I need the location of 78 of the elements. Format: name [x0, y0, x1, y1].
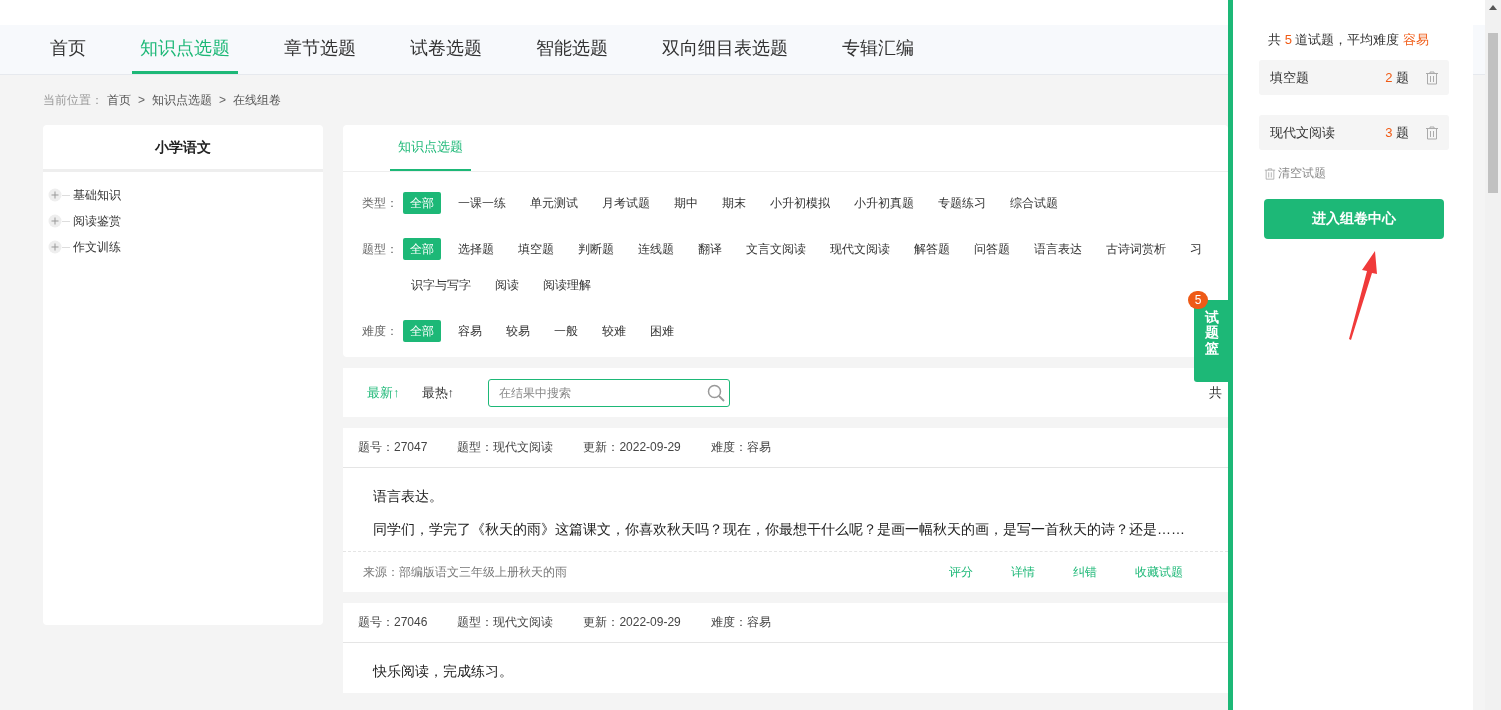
filter-option[interactable]: 现代文阅读: [823, 238, 897, 260]
expand-icon[interactable]: [48, 214, 62, 228]
filter-option[interactable]: 语言表达: [1027, 238, 1089, 260]
question-meta: 更新：2022-09-29: [583, 439, 681, 456]
filter-option[interactable]: 一课一练: [451, 192, 513, 214]
filter-option[interactable]: 阅读: [488, 274, 526, 296]
filter-option[interactable]: 解答题: [907, 238, 957, 260]
basket-summary: 共 5 道试题，平均难度 容易: [1267, 31, 1431, 49]
filter-option[interactable]: 小升初真题: [847, 192, 921, 214]
filter-option[interactable]: 填空题: [511, 238, 561, 260]
sidebar-title: 小学语文: [43, 125, 323, 172]
scrollbar-thumb[interactable]: [1488, 33, 1498, 193]
filter-label: 题型：: [362, 241, 399, 258]
scroll-up-icon[interactable]: [1489, 5, 1497, 10]
filter-option[interactable]: 阅读理解: [536, 274, 598, 296]
tree-item[interactable]: 作文训练: [73, 238, 121, 256]
breadcrumb-link[interactable]: 首页: [107, 75, 131, 125]
search-field[interactable]: 在结果中搜索: [488, 378, 730, 407]
question-meta: 题号：27047: [358, 439, 428, 456]
search-icon[interactable]: [707, 383, 725, 402]
question-meta: 难度：容易: [710, 439, 771, 456]
filter-option[interactable]: 一般: [547, 320, 585, 342]
breadcrumb-separator: >: [138, 92, 145, 109]
filter-option[interactable]: 综合试题: [1003, 192, 1065, 214]
question-title: 快乐阅读，完成练习。: [373, 662, 514, 681]
trash-icon: [1264, 167, 1276, 180]
trash-icon[interactable]: [1425, 125, 1439, 140]
tree-item[interactable]: 基础知识: [73, 186, 121, 204]
filter-option[interactable]: 较易: [499, 320, 537, 342]
tree-item[interactable]: 阅读鉴赏: [73, 212, 121, 230]
question-title: 语言表达。: [373, 487, 444, 506]
breadcrumb-link[interactable]: 知识点选题: [152, 75, 212, 125]
basket-item-count: 3 题: [1385, 123, 1409, 142]
filter-option[interactable]: 识字与写字: [404, 274, 478, 296]
question-text: 同学们，学完了《秋天的雨》这篇课文，你喜欢秋天吗？现在，你最想干什么呢？是画一幅秋天的画，是写一首秋天的诗？还是……: [373, 520, 1186, 539]
question-source: 来源：部编版语文三年级上册秋天的雨: [363, 563, 567, 581]
filter-option[interactable]: 文言文阅读: [739, 238, 813, 260]
result-count: 共: [1209, 383, 1222, 402]
breadcrumb-link[interactable]: 在线组卷: [233, 75, 282, 125]
filter-option[interactable]: 专题练习: [931, 192, 993, 214]
nav-tab[interactable]: 智能选题: [528, 25, 616, 74]
question-meta: 难度：容易: [710, 614, 771, 631]
trash-icon[interactable]: [1425, 70, 1439, 85]
breadcrumb-label: 当前位置：: [43, 92, 103, 109]
filter-option[interactable]: 问答题: [967, 238, 1017, 260]
nav-tab[interactable]: 双向细目表选题: [654, 25, 796, 74]
filter-option[interactable]: 较难: [595, 320, 633, 342]
filter-option[interactable]: 容易: [451, 320, 489, 342]
filter-option[interactable]: 习: [1183, 238, 1209, 260]
nav-tab[interactable]: 章节选题: [276, 25, 364, 74]
clear-basket-link[interactable]: 清空试题: [1264, 165, 1326, 182]
basket-item-name: 填空题: [1270, 68, 1309, 87]
nav-tab[interactable]: 首页: [42, 25, 94, 74]
basket-item-name: 现代文阅读: [1270, 123, 1335, 142]
breadcrumb-separator: >: [219, 92, 227, 109]
sort-option[interactable]: 最热↑: [421, 383, 454, 402]
filter-label: 难度：: [362, 323, 399, 340]
filter-option[interactable]: 连线题: [631, 238, 681, 260]
filter-option[interactable]: 判断题: [571, 238, 621, 260]
filter-option[interactable]: 月考试题: [595, 192, 657, 214]
filter-option[interactable]: 期末: [715, 192, 753, 214]
question-meta: 更新：2022-09-29: [583, 614, 681, 631]
question-meta: 题型：现代文阅读: [457, 614, 554, 631]
filter-option[interactable]: 期中: [667, 192, 705, 214]
filter-option[interactable]: 困难: [643, 320, 681, 342]
nav-tab[interactable]: 专辑汇编: [834, 25, 922, 74]
question-meta: 题型：现代文阅读: [457, 439, 554, 456]
expand-icon[interactable]: [48, 188, 62, 202]
filter-label: 类型：: [362, 195, 399, 212]
filter-option[interactable]: 古诗词赏析: [1099, 238, 1173, 260]
nav-tab[interactable]: 试卷选题: [402, 25, 490, 74]
question-meta: 题号：27046: [358, 614, 428, 631]
filter-option[interactable]: 小升初模拟: [763, 192, 837, 214]
filter-option[interactable]: 选择题: [451, 238, 501, 260]
filter-option[interactable]: 翻译: [691, 238, 729, 260]
filter-option[interactable]: 单元测试: [523, 192, 585, 214]
expand-icon[interactable]: [48, 240, 62, 254]
basket-item-count: 2 题: [1385, 68, 1409, 87]
